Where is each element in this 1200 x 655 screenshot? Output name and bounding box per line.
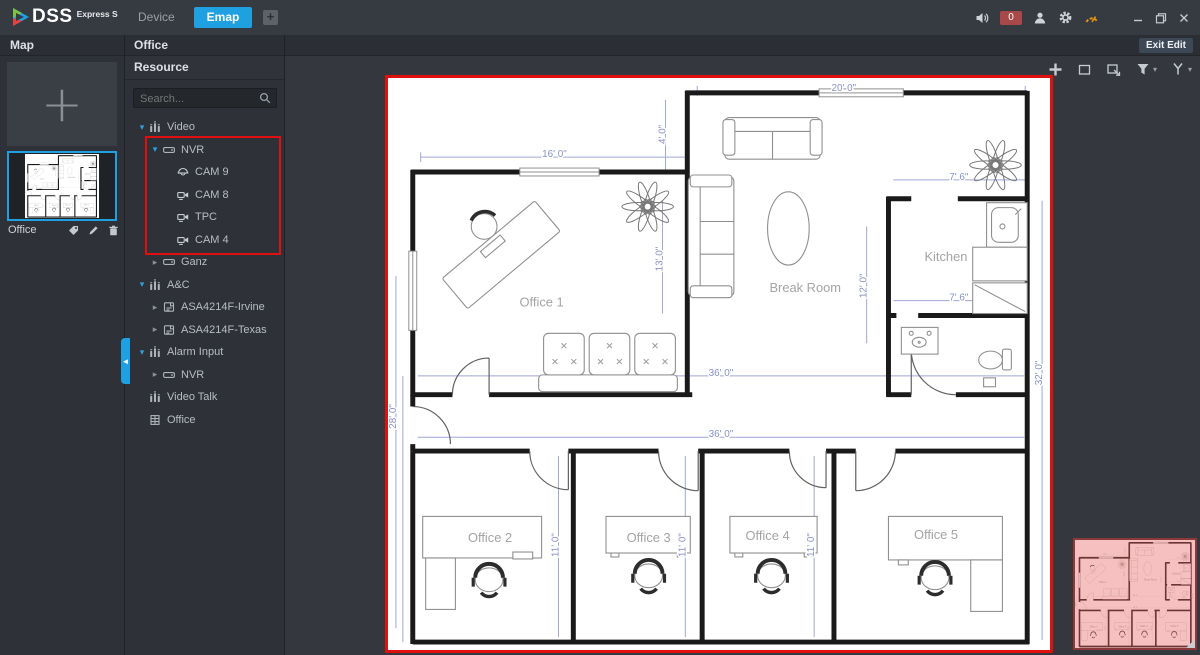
tree-item-asa4214f-texas[interactable]: ▸ ASA4214F-Texas (125, 319, 285, 342)
tab-device[interactable]: Device (138, 0, 175, 35)
tree-item-label: Video Talk (167, 391, 218, 404)
video-talk-icon (149, 391, 161, 403)
map-canvas[interactable]: ▾ ▾ (285, 56, 1200, 655)
caret-down-icon[interactable]: ▾ (137, 279, 147, 290)
gear-icon[interactable] (1058, 10, 1073, 25)
caret-right-icon[interactable]: ▸ (150, 257, 160, 268)
tab-emap[interactable]: Emap (194, 7, 252, 28)
tree-item-alarm-input[interactable]: ▾ Alarm Input (125, 341, 285, 364)
minimap-image (1075, 540, 1195, 648)
alarm-group-icon (149, 346, 161, 358)
network-status-icon[interactable] (1084, 11, 1100, 25)
tree-item-a-c[interactable]: ▾ A&C (125, 274, 285, 297)
caret-right-icon[interactable]: ▸ (150, 369, 160, 380)
access-panel-icon (163, 324, 175, 336)
nvr-icon (163, 256, 175, 268)
search-input[interactable] (134, 90, 252, 108)
tree-item-label: ASA4214F-Irvine (181, 301, 265, 314)
resource-tree: ▾ Video ▾ NVR CAM 9 CAM 8 TPC CAM 4 ▸ Ganz ▾ A&C ▸ AS… (125, 116, 285, 655)
map-thumbnail-label: Office (8, 224, 37, 236)
device-display-filter-icon[interactable] (1171, 62, 1185, 76)
box-camera-icon (177, 211, 189, 223)
resource-panel: Resource ▾ Video ▾ NVR CAM 9 CAM 8 TPC CAM 4 ▸ Ga… (121, 56, 285, 655)
tree-item-label: ASA4214F-Texas (181, 323, 267, 336)
tree-item-label: CAM 8 (195, 188, 229, 201)
video-channel-icon (149, 121, 161, 133)
caret-right-icon[interactable]: ▸ (150, 302, 160, 313)
tree-item-label: NVR (181, 143, 205, 156)
delete-trash-icon[interactable] (108, 225, 119, 236)
tree-item-label: TPC (195, 211, 217, 224)
map-panel-title: Map (0, 35, 125, 56)
tree-item-cam-8[interactable]: CAM 8 (125, 184, 285, 207)
caret-down-icon[interactable]: ▾ (137, 122, 147, 133)
tree-item-office[interactable]: Office (125, 409, 285, 432)
restore-button[interactable] (1155, 12, 1167, 24)
tree-item-label: Video (167, 121, 195, 134)
tree-item-label: NVR (181, 368, 205, 381)
user-icon[interactable] (1033, 11, 1047, 25)
map-thumbnail-image (25, 154, 99, 218)
app-name: DSS (32, 6, 73, 27)
filter-icon[interactable] (1136, 62, 1150, 76)
select-rect-icon[interactable] (1077, 62, 1092, 77)
dome-camera-icon (177, 166, 189, 178)
building-icon (149, 414, 161, 426)
tree-item-video-talk[interactable]: Video Talk (125, 386, 285, 409)
access-panel-icon (163, 301, 175, 313)
app-logo: DSS Express S (10, 6, 118, 28)
device-display-caret-icon[interactable]: ▾ (1188, 65, 1192, 74)
tree-item-label: CAM 9 (195, 166, 229, 179)
map-header-strip: Exit Edit (285, 35, 1200, 56)
tree-item-video[interactable]: ▾ Video (125, 116, 285, 139)
map-list-panel: + Office (0, 56, 125, 655)
tag-icon[interactable] (68, 225, 79, 236)
tree-item-label: Ganz (181, 256, 208, 269)
minimap-overview[interactable] (1073, 538, 1197, 650)
tree-item-label: CAM 4 (195, 233, 229, 246)
alarm-count-badge[interactable]: 0 (1000, 10, 1022, 25)
tree-item-tpc[interactable]: TPC (125, 206, 285, 229)
current-map-title: Office (125, 35, 285, 56)
tree-item-ganz[interactable]: ▸ Ganz (125, 251, 285, 274)
resource-panel-title: Resource (125, 56, 284, 80)
caret-down-icon[interactable]: ▾ (137, 347, 147, 358)
search-icon[interactable] (259, 92, 271, 104)
edit-pencil-icon[interactable] (88, 225, 99, 236)
tree-item-cam-9[interactable]: CAM 9 (125, 161, 285, 184)
map-thumbnail-office[interactable] (7, 151, 117, 221)
minimize-button[interactable] (1132, 12, 1144, 24)
tree-item-asa4214f-irvine[interactable]: ▸ ASA4214F-Irvine (125, 296, 285, 319)
tree-item-label: Office (167, 413, 196, 426)
add-tab-button[interactable]: + (263, 10, 278, 25)
zoom-rect-icon[interactable] (1106, 62, 1122, 77)
alarm-sound-icon[interactable] (975, 11, 989, 25)
access-group-icon (149, 279, 161, 291)
add-map-plus-icon: + (41, 75, 83, 133)
map-toolbar: ▾ ▾ (1048, 58, 1192, 80)
dss-logo-icon (13, 8, 29, 26)
add-map-tile[interactable]: + (7, 62, 117, 146)
tree-item-cam-4[interactable]: CAM 4 (125, 229, 285, 252)
search-box[interactable] (133, 88, 277, 108)
app-edition: Express S (76, 9, 118, 19)
caret-right-icon[interactable]: ▸ (150, 324, 160, 335)
exit-edit-button[interactable]: Exit Edit (1138, 38, 1193, 53)
tree-item-nvr[interactable]: ▾ NVR (125, 139, 285, 162)
box-camera-icon (177, 189, 189, 201)
tree-item-nvr[interactable]: ▸ NVR (125, 364, 285, 387)
nvr-icon (163, 369, 175, 381)
caret-down-icon[interactable]: ▾ (150, 144, 160, 155)
floor-plan-image (388, 78, 1050, 650)
title-bar: DSS Express S Device Emap + 0 (0, 0, 1200, 35)
close-button[interactable] (1178, 12, 1190, 24)
box-camera-icon (177, 234, 189, 246)
floor-plan-map[interactable] (385, 75, 1053, 653)
filter-caret-icon[interactable]: ▾ (1153, 65, 1157, 74)
tree-item-label: A&C (167, 278, 190, 291)
tree-item-label: Alarm Input (167, 346, 224, 359)
nvr-icon (163, 144, 175, 156)
panel-collapse-handle[interactable]: ◄ (121, 338, 130, 384)
